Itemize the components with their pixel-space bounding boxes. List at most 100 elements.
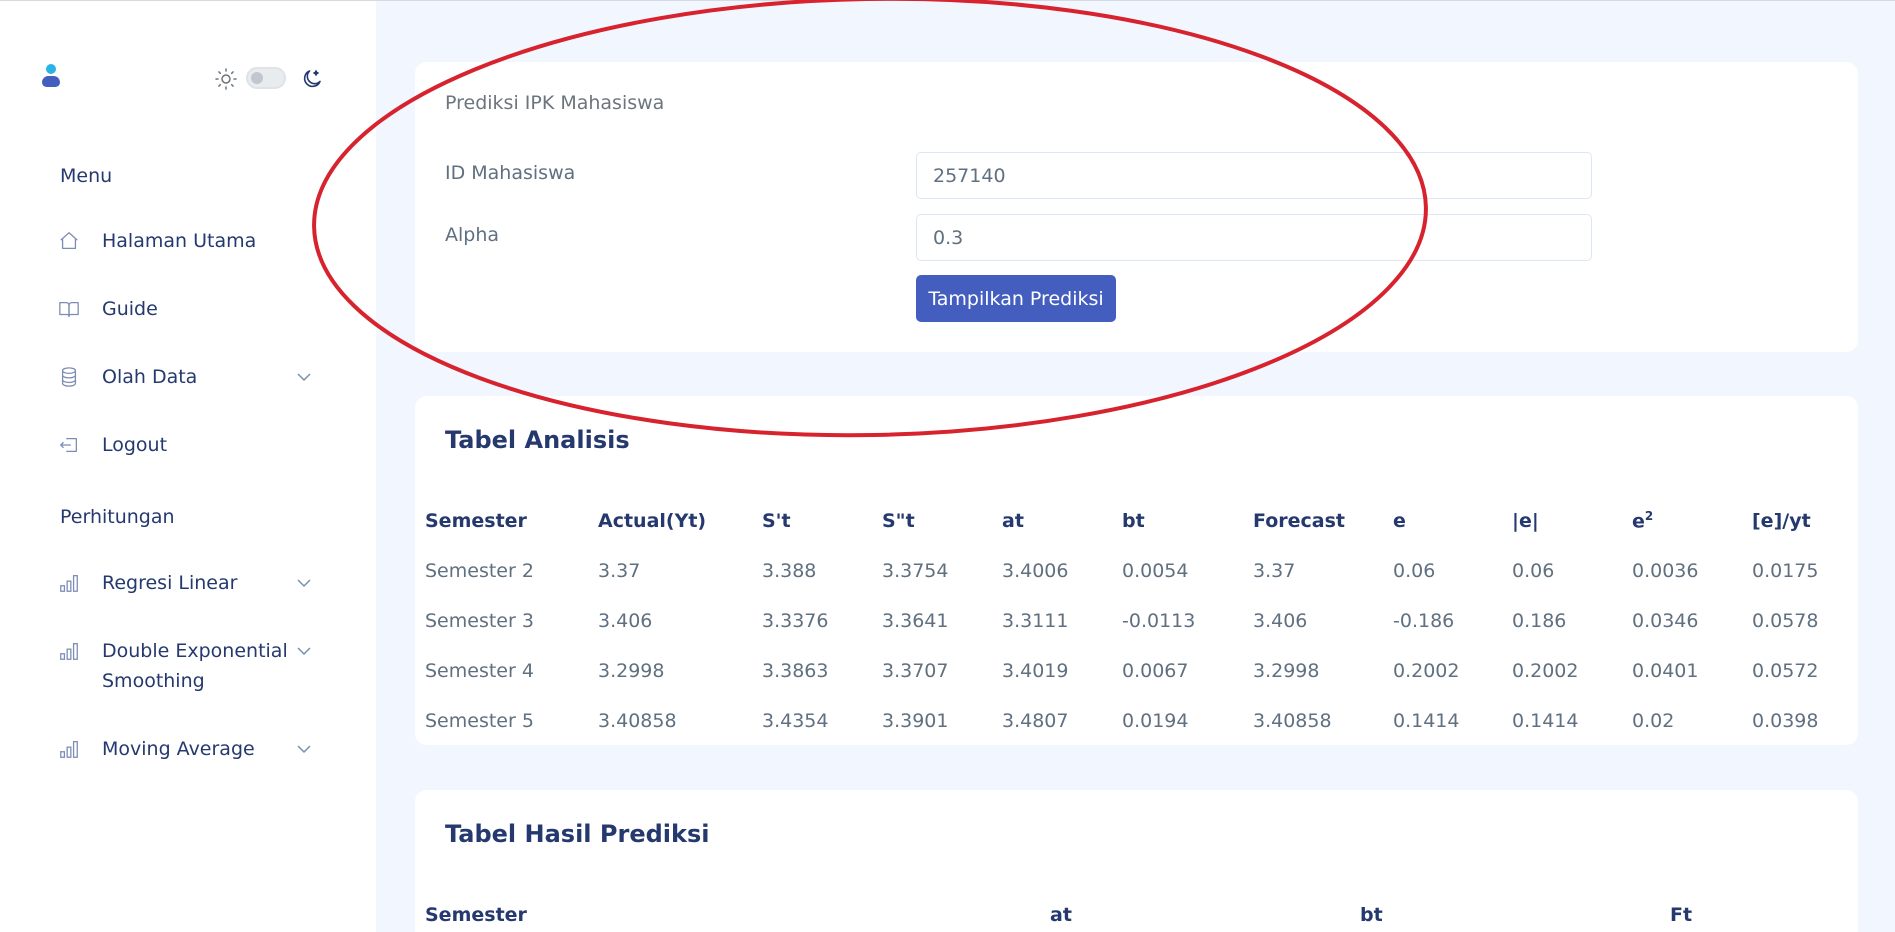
- chevron-down-icon[interactable]: [296, 741, 312, 757]
- bar-chart-icon: [60, 643, 78, 660]
- analisis-table-card: Tabel Analisis Semester Actual(Yt) S't S…: [415, 396, 1858, 745]
- logout-icon: [60, 437, 77, 453]
- col-actual: Actual(Yt): [598, 510, 707, 532]
- chevron-down-icon[interactable]: [296, 369, 312, 385]
- perhitungan-section-title: Perhitungan: [60, 506, 175, 528]
- table-row: Semester 4 3.2998 3.3863 3.3707 3.4019 0…: [425, 646, 1848, 696]
- table-cell: 3.4807: [1002, 710, 1069, 732]
- col-e: e: [1393, 510, 1406, 532]
- table-cell: 0.02: [1632, 710, 1675, 732]
- table-cell: 0.0401: [1632, 660, 1699, 682]
- menu-section-title: Menu: [60, 165, 113, 187]
- col-abs-e: |e|: [1512, 510, 1539, 532]
- table-cell: 0.0054: [1122, 560, 1189, 582]
- analisis-table: Semester Actual(Yt) S't S"t at bt Foreca…: [425, 496, 1848, 746]
- sidebar-item-moving-average[interactable]: Moving Average: [58, 727, 320, 771]
- sidebar-item-label: Logout: [102, 434, 168, 456]
- table-cell: 3.3863: [762, 660, 829, 682]
- table-cell: -0.186: [1393, 610, 1455, 632]
- sidebar-header: [40, 63, 340, 93]
- user-logo-icon[interactable]: [40, 63, 62, 89]
- table-cell: 0.0175: [1752, 560, 1819, 582]
- col-e-over-yt: [e]/yt: [1752, 510, 1811, 532]
- table-row: Semester 5 3.40858 3.4354 3.3901 3.4807 …: [425, 696, 1848, 746]
- table-cell: 3.40858: [1253, 710, 1332, 732]
- table-cell: 0.0036: [1632, 560, 1699, 582]
- table-cell: Semester 5: [425, 710, 534, 732]
- col-at: at: [1050, 904, 1072, 926]
- theme-toggle: [214, 63, 340, 93]
- col-bt: bt: [1360, 904, 1383, 926]
- book-icon: [59, 301, 79, 317]
- table-row: Semester 3 3.406 3.3376 3.3641 3.3111 -0…: [425, 596, 1848, 646]
- sidebar-item-regresi-linear[interactable]: Regresi Linear: [58, 561, 320, 605]
- sidebar-item-double-exponential-smoothing[interactable]: Double Exponential Smoothing: [58, 629, 320, 699]
- alpha-label: Alpha: [445, 224, 500, 246]
- table-cell: 3.3376: [762, 610, 829, 632]
- col-e-squared: e2: [1632, 509, 1654, 533]
- table-cell: 0.186: [1512, 610, 1567, 632]
- tampilkan-prediksi-button[interactable]: Tampilkan Prediksi: [916, 275, 1116, 322]
- col-semester: Semester: [425, 510, 527, 532]
- table-cell: 3.3111: [1002, 610, 1069, 632]
- table-cell: 3.37: [598, 560, 641, 582]
- analisis-title: Tabel Analisis: [445, 426, 630, 454]
- table-cell: 0.0398: [1752, 710, 1819, 732]
- table-cell: 0.06: [1393, 560, 1436, 582]
- sidebar-item-label: Regresi Linear: [102, 572, 238, 594]
- col-forecast: Forecast: [1253, 510, 1345, 532]
- table-header-row: Semester at bt Ft: [425, 890, 1848, 932]
- sidebar-item-label: Olah Data: [102, 366, 198, 388]
- sidebar-item-olah-data[interactable]: Olah Data: [58, 355, 320, 399]
- table-cell: 3.2998: [598, 660, 665, 682]
- table-cell: 3.406: [598, 610, 653, 632]
- table-cell: Semester 2: [425, 560, 534, 582]
- sidebar-item-logout[interactable]: Logout: [58, 423, 320, 467]
- table-header-row: Semester Actual(Yt) S't S"t at bt Foreca…: [425, 496, 1848, 546]
- col-at: at: [1002, 510, 1024, 532]
- sidebar-item-halaman-utama[interactable]: Halaman Utama: [58, 219, 320, 263]
- hasil-title: Tabel Hasil Prediksi: [445, 820, 710, 848]
- table-cell: Semester 4: [425, 660, 534, 682]
- table-cell: 3.3901: [882, 710, 949, 732]
- dark-mode-switch[interactable]: [246, 67, 286, 89]
- id-mahasiswa-input[interactable]: [916, 152, 1592, 199]
- table-cell: 0.0578: [1752, 610, 1819, 632]
- sidebar-item-guide[interactable]: Guide: [58, 287, 320, 331]
- table-cell: 3.3707: [882, 660, 949, 682]
- table-cell: 3.40858: [598, 710, 677, 732]
- col-s-t: S't: [762, 510, 791, 532]
- sidebar: Menu Halaman Utama Guide Olah Data Logou…: [0, 1, 376, 932]
- alpha-input[interactable]: [916, 214, 1592, 261]
- table-cell: 3.4019: [1002, 660, 1069, 682]
- table-cell: 0.06: [1512, 560, 1555, 582]
- table-cell: 0.0194: [1122, 710, 1189, 732]
- table-cell: 0.0572: [1752, 660, 1819, 682]
- id-mahasiswa-label: ID Mahasiswa: [445, 162, 576, 184]
- table-cell: 3.388: [762, 560, 817, 582]
- table-row: Semester 2 3.37 3.388 3.3754 3.4006 0.00…: [425, 546, 1848, 596]
- hasil-table: Semester at bt Ft: [425, 890, 1848, 932]
- sidebar-item-label: Guide: [102, 298, 158, 320]
- bar-chart-icon: [60, 741, 78, 758]
- hasil-prediksi-card: Tabel Hasil Prediksi Semester at bt Ft: [415, 790, 1858, 932]
- col-ft: Ft: [1670, 904, 1693, 926]
- chevron-down-icon[interactable]: [296, 575, 312, 591]
- bar-chart-icon: [60, 575, 78, 592]
- col-s2-t: S"t: [882, 510, 915, 532]
- table-cell: Semester 3: [425, 610, 534, 632]
- sidebar-item-label: Halaman Utama: [102, 230, 257, 252]
- table-cell: 0.1414: [1512, 710, 1579, 732]
- table-cell: 3.2998: [1253, 660, 1320, 682]
- table-cell: 3.406: [1253, 610, 1308, 632]
- table-cell: 3.4354: [762, 710, 829, 732]
- form-subtitle: Prediksi IPK Mahasiswa: [445, 92, 665, 114]
- table-cell: 3.3754: [882, 560, 949, 582]
- table-cell: 3.4006: [1002, 560, 1069, 582]
- chevron-down-icon[interactable]: [296, 643, 312, 659]
- sidebar-item-label: Double Exponential Smoothing: [102, 640, 288, 692]
- table-cell: 3.37: [1253, 560, 1296, 582]
- home-icon: [60, 232, 78, 249]
- col-bt: bt: [1122, 510, 1145, 532]
- table-cell: 0.1414: [1393, 710, 1460, 732]
